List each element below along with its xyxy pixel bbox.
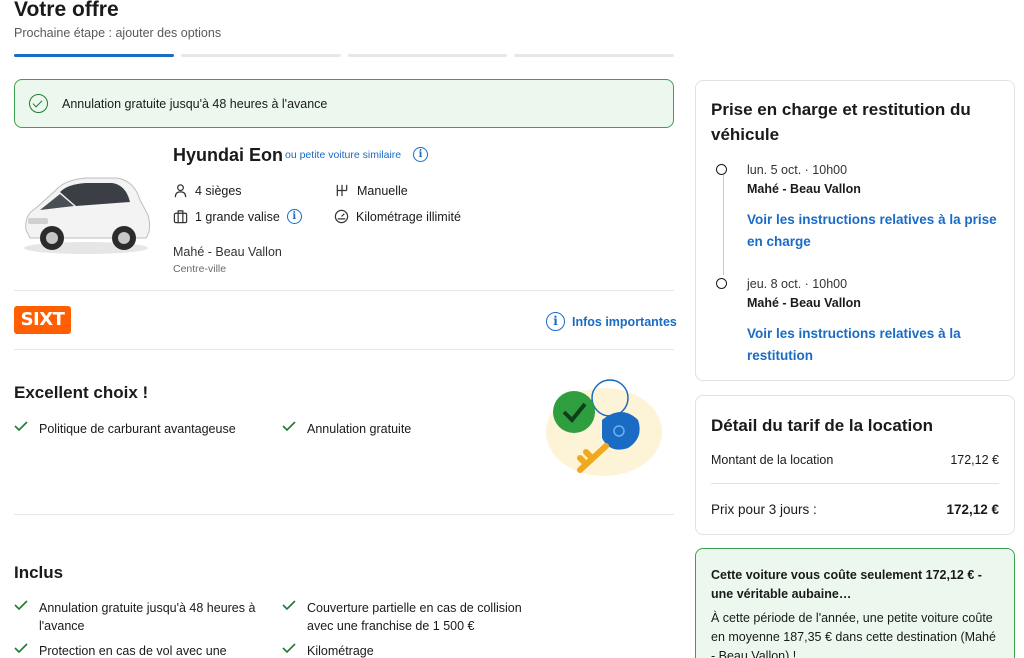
check-list-text: Politique de carburant avantageuse xyxy=(39,422,236,436)
pickup-return-title: Prise en charge et restitution du véhicu… xyxy=(711,100,971,144)
checkmark-icon xyxy=(282,421,296,431)
timeline-dot xyxy=(716,164,727,175)
progress-step-4 xyxy=(514,54,674,57)
sixt-logo: SIXT xyxy=(14,306,71,334)
progress-step-1 xyxy=(14,54,174,57)
return-instructions-link[interactable]: Voir les instructions relatives à la res… xyxy=(747,323,1007,367)
check-list-text: Kilométrage xyxy=(307,644,374,658)
total-price-label: Prix pour 3 jours : xyxy=(711,502,817,517)
free-cancellation-banner: Annulation gratuite jusqu'à 48 heures à … xyxy=(14,79,674,128)
deal-body: À cette période de l'année, une petite v… xyxy=(711,611,996,658)
deal-card: Cette voiture vous coûte seulement 172,1… xyxy=(695,548,1015,658)
return-place: Mahé - Beau Vallon xyxy=(747,296,861,310)
rental-amount-label: Montant de la location xyxy=(711,453,834,467)
pickup-date: lun. 5 oct. · 10h00 xyxy=(747,163,848,177)
check-list-item: Annulation gratuite xyxy=(282,420,527,438)
progress-step-2 xyxy=(180,54,341,57)
similar-car-label: ou petite voiture similaire xyxy=(285,149,402,161)
return-date: jeu. 8 oct. · 10h00 xyxy=(747,277,848,291)
deal-title: Cette voiture vous coûte seulement 172,1… xyxy=(711,568,982,601)
pickup-return-card: Prise en charge et restitution du véhicu… xyxy=(695,80,1015,381)
info-icon: i xyxy=(546,312,565,331)
check-list-item: Politique de carburant avantageuse xyxy=(14,420,259,438)
car-name: Hyundai Eon xyxy=(173,145,284,165)
timeline-line xyxy=(723,175,724,275)
progress-step-3 xyxy=(347,54,508,57)
divider xyxy=(711,483,999,484)
free-cancellation-text: Annulation gratuite jusqu'à 48 heures à … xyxy=(62,96,328,111)
check-list-text: Protection en cas de vol avec une xyxy=(39,644,227,658)
luggage-text: 1 grande valise xyxy=(195,209,280,224)
check-list-item: Kilométrage xyxy=(282,642,537,658)
important-info-label: Infos importantes xyxy=(572,314,677,329)
pickup-location: Mahé - Beau Vallon xyxy=(173,245,282,259)
car-image xyxy=(24,177,151,254)
checkmark-icon xyxy=(14,643,28,653)
checkmark-icon xyxy=(14,421,28,431)
pickup-place: Mahé - Beau Vallon xyxy=(747,182,861,196)
transmission-feature: Manuelle xyxy=(334,183,408,198)
check-list-item: Protection en cas de vol avec une xyxy=(14,642,269,658)
checkmark-icon xyxy=(282,600,296,610)
gearbox-icon xyxy=(336,184,348,197)
seats-feature: 4 sièges xyxy=(173,183,242,198)
check-list-text: Couverture partielle en cas de collision… xyxy=(307,601,522,633)
progress-bar xyxy=(14,54,674,58)
speedometer-icon xyxy=(334,209,349,224)
page-subtitle: Prochaine étape : ajouter des options xyxy=(14,26,222,40)
check-list-text: Annulation gratuite jusqu'à 48 heures à … xyxy=(39,601,256,633)
transmission-text: Manuelle xyxy=(357,183,408,198)
timeline-dot xyxy=(716,278,727,289)
total-price-row: Prix pour 3 jours : 172,12 € xyxy=(711,502,999,517)
check-list-item: Couverture partielle en cas de collision… xyxy=(282,599,537,635)
excellent-choice-title: Excellent choix ! xyxy=(14,383,149,402)
luggage-feature: 1 grande valise i xyxy=(173,209,302,224)
checkmark-icon xyxy=(14,600,28,610)
person-icon xyxy=(174,184,187,198)
divider xyxy=(14,514,674,515)
included-title: Inclus xyxy=(14,563,64,582)
keys-illustration xyxy=(546,379,662,476)
page-title: Votre offre xyxy=(14,0,119,21)
pickup-location-sub: Centre-ville xyxy=(173,263,227,275)
check-circle-icon xyxy=(29,94,48,113)
rental-amount-value: 172,12 € xyxy=(950,453,999,467)
mileage-feature: Kilométrage illimité xyxy=(334,209,461,224)
divider xyxy=(14,290,674,291)
total-price-value: 172,12 € xyxy=(946,502,999,517)
info-icon[interactable]: i xyxy=(413,147,428,162)
check-list-item: Annulation gratuite jusqu'à 48 heures à … xyxy=(14,599,269,635)
pickup-instructions-link[interactable]: Voir les instructions relatives à la pri… xyxy=(747,209,1007,253)
checkmark-icon xyxy=(282,643,296,653)
important-info-link[interactable]: i Infos importantes xyxy=(546,312,677,331)
mileage-text: Kilométrage illimité xyxy=(356,209,461,224)
seats-text: 4 sièges xyxy=(195,183,242,198)
luggage-info-icon[interactable]: i xyxy=(286,209,302,224)
price-detail-card: Détail du tarif de la location Montant d… xyxy=(695,395,1015,535)
check-list-text: Annulation gratuite xyxy=(307,422,412,436)
price-detail-title: Détail du tarif de la location xyxy=(711,416,933,435)
suitcase-icon xyxy=(173,210,188,224)
rental-amount-row: Montant de la location 172,12 € xyxy=(711,453,999,467)
divider xyxy=(14,349,674,350)
